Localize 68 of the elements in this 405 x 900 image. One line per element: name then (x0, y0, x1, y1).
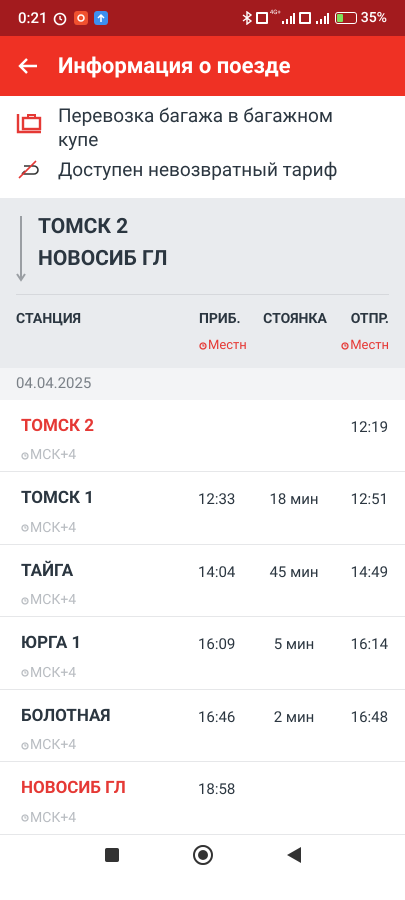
station-name: ЮРГА 1 (21, 632, 82, 656)
back-triangle-icon[interactable] (286, 846, 302, 864)
local-time-label: Местн (199, 336, 247, 356)
stop-duration: 18 мин (269, 489, 318, 510)
column-header: ОТПР. (350, 310, 389, 329)
route-origin: ТОМСК 2 (38, 214, 130, 240)
station-name: НОВОСИБ ГЛ (21, 777, 127, 800)
station-row[interactable]: НОВОСИБ ГЛ МСК+4 18:58 (0, 762, 405, 835)
signal-icon (314, 12, 329, 24)
time-zone-label: МСК+4 (21, 590, 198, 612)
clock-icon (21, 742, 29, 750)
arrival-time: 16:09 (198, 634, 236, 656)
status-time: 0:21 (18, 8, 48, 29)
feature-text: Доступен невозвратный тариф (58, 158, 338, 182)
time-zone-label: МСК+4 (21, 518, 198, 539)
time-zone-label: МСК+4 (21, 735, 198, 756)
volte-icon (256, 12, 268, 24)
time-zone-label: МСК+4 (21, 808, 198, 829)
home-square-icon[interactable] (104, 847, 120, 864)
route-destination: НОВОСИБ ГЛ (38, 246, 168, 272)
signal-icon (280, 12, 295, 24)
arrival-time: 18:58 (198, 779, 236, 800)
app-notification-icon (74, 11, 88, 25)
time-zone-label: МСК+4 (21, 445, 198, 466)
stop-duration: 45 мин (269, 562, 318, 583)
home-circle-icon[interactable] (192, 844, 214, 866)
battery-percent: 35% (360, 8, 387, 28)
bluetooth-icon (242, 11, 252, 25)
departure-time: 12:19 (350, 416, 388, 438)
arrival-time: 14:04 (198, 562, 236, 583)
feature-text: Перевозка багажа в багажном купе (58, 104, 334, 152)
station-row[interactable]: ЮРГА 1 МСК+4 16:09 5 мин 16:14 (0, 617, 405, 690)
column-header: СТАНЦИЯ (16, 310, 82, 329)
clock-icon (21, 669, 29, 678)
clock-icon (21, 524, 29, 532)
time-zone-label: МСК+4 (21, 662, 198, 684)
local-time-label: Местн (341, 336, 389, 356)
departure-time: 16:48 (350, 706, 388, 728)
stop-duration: 2 мин (274, 706, 314, 728)
back-arrow-icon[interactable] (18, 57, 38, 75)
clock-icon (21, 814, 29, 822)
app-bar-title: Информация о поезде (58, 52, 291, 80)
departure-time: 16:14 (350, 634, 388, 656)
station-name: ТОМСК 2 (21, 414, 95, 438)
clock-icon (21, 596, 29, 605)
station-name: БОЛОТНАЯ (21, 704, 112, 728)
clock-icon (199, 342, 207, 350)
station-name: ТОМСК 1 (21, 487, 95, 510)
station-name: ТАЙГА (21, 560, 74, 583)
date-label: 04.04.2025 (16, 373, 92, 394)
clock-icon (21, 452, 29, 460)
arrival-time: 16:46 (198, 706, 236, 728)
battery-icon (334, 12, 357, 24)
clock-icon (341, 342, 350, 350)
station-row[interactable]: БОЛОТНАЯ МСК+4 16:46 2 мин 16:48 (0, 690, 405, 762)
departure-time: 12:51 (350, 489, 388, 510)
route-arrow-icon (16, 216, 26, 282)
departure-time: 14:49 (350, 562, 388, 583)
station-row[interactable]: ТОМСК 1 МСК+4 12:33 18 мин 12:51 (0, 472, 405, 545)
upload-notification-icon (94, 11, 108, 25)
alarm-icon (52, 10, 68, 26)
column-header: ПРИБ. (199, 310, 241, 329)
stop-duration: 5 мин (274, 634, 314, 656)
volte-icon (298, 12, 311, 24)
column-header: СТОЯНКА (263, 310, 327, 329)
arrival-time: 12:33 (198, 489, 236, 510)
station-row[interactable]: ТАЙГА МСК+4 14:04 45 мин 14:49 (0, 544, 405, 618)
station-row[interactable]: ТОМСК 2 МСК+4 12:19 (0, 400, 405, 472)
